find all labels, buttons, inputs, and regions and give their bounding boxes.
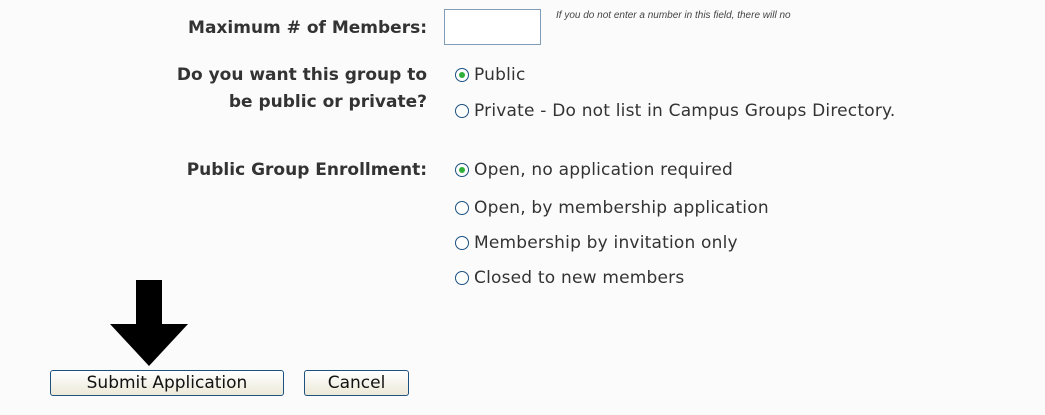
visibility-option-label: Private - Do not list in Campus Groups D… <box>474 101 896 121</box>
down-arrow-icon <box>110 280 188 366</box>
radio-checked-icon[interactable] <box>455 68 469 82</box>
enrollment-option-label: Membership by invitation only <box>474 233 738 253</box>
group-settings-form: Maximum # of Members: If you do not ente… <box>0 0 1045 415</box>
visibility-option-public[interactable]: Public <box>455 60 526 90</box>
max-members-label: Maximum # of Members: <box>188 18 427 38</box>
radio-unchecked-icon[interactable] <box>455 201 469 215</box>
enrollment-option-invitation[interactable]: Membership by invitation only <box>455 228 738 258</box>
enrollment-option-label: Closed to new members <box>474 268 685 288</box>
max-members-input[interactable] <box>444 9 541 45</box>
enrollment-option-open[interactable]: Open, no application required <box>455 155 733 185</box>
cancel-button[interactable]: Cancel <box>304 370 409 396</box>
enrollment-option-application[interactable]: Open, by membership application <box>455 193 769 223</box>
enrollment-option-closed[interactable]: Closed to new members <box>455 263 684 293</box>
visibility-option-private[interactable]: Private - Do not list in Campus Groups D… <box>455 96 895 126</box>
visibility-option-label: Public <box>474 65 526 85</box>
visibility-label-line2: be public or private? <box>228 92 427 112</box>
enrollment-label: Public Group Enrollment: <box>186 160 427 180</box>
radio-checked-icon[interactable] <box>455 163 469 177</box>
radio-unchecked-icon[interactable] <box>455 236 469 250</box>
enrollment-option-label: Open, by membership application <box>474 198 769 218</box>
enrollment-option-label: Open, no application required <box>474 160 733 180</box>
submit-application-button[interactable]: Submit Application <box>50 370 284 396</box>
visibility-label-line1: Do you want this group to <box>176 65 427 85</box>
radio-unchecked-icon[interactable] <box>455 104 469 118</box>
max-members-hint: If you do not enter a number in this fie… <box>556 10 791 21</box>
radio-unchecked-icon[interactable] <box>455 271 469 285</box>
